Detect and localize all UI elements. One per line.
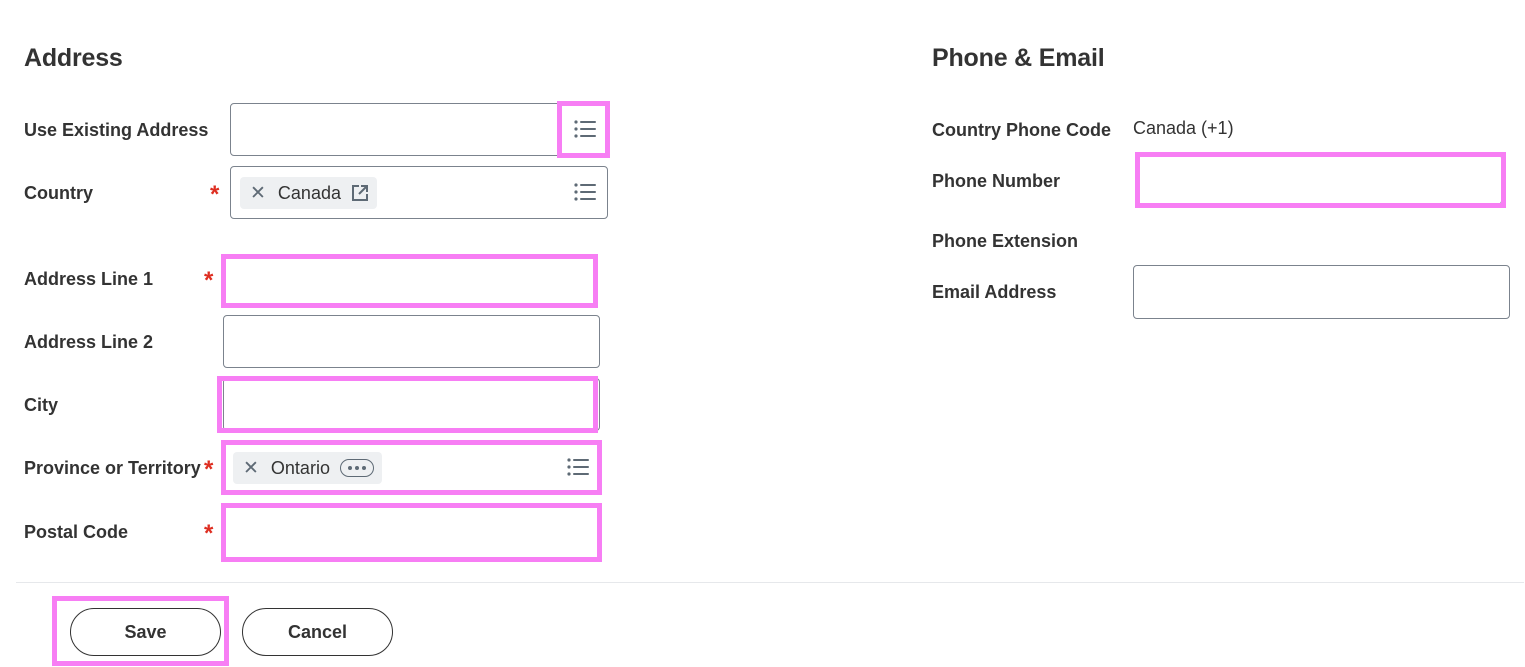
save-button[interactable]: Save bbox=[70, 608, 221, 656]
city-label: City bbox=[24, 395, 59, 415]
close-icon[interactable]: ✕ bbox=[250, 182, 266, 204]
country-select[interactable]: ✕ Canada bbox=[230, 166, 608, 219]
phone-number-input[interactable] bbox=[1138, 154, 1502, 205]
address-line2-input[interactable] bbox=[223, 315, 600, 368]
phone-extension-label: Phone Extension bbox=[932, 231, 1079, 251]
city-input[interactable] bbox=[223, 378, 600, 431]
phone-email-section-title: Phone & Email bbox=[932, 44, 1105, 72]
country-label: Country bbox=[24, 183, 93, 203]
address-section-title: Address bbox=[24, 44, 123, 72]
postal-code-required-marker: * bbox=[204, 520, 214, 547]
footer-divider bbox=[16, 582, 1524, 583]
use-existing-address-label: Use Existing Address bbox=[24, 120, 209, 140]
postal-code-label: Postal Code bbox=[24, 522, 129, 542]
country-pill: ✕ Canada bbox=[240, 177, 377, 209]
postal-code-input[interactable] bbox=[223, 505, 600, 559]
email-address-input[interactable] bbox=[1133, 265, 1510, 319]
cancel-button[interactable]: Cancel bbox=[242, 608, 393, 656]
list-icon[interactable] bbox=[573, 182, 597, 202]
country-phone-code-label: Country Phone Code bbox=[932, 120, 1111, 140]
list-icon[interactable] bbox=[566, 457, 590, 477]
province-required-marker: * bbox=[204, 456, 214, 483]
more-options-icon[interactable] bbox=[339, 459, 374, 477]
address-line1-required-marker: * bbox=[204, 267, 214, 294]
country-value: Canada bbox=[277, 182, 341, 203]
external-link-icon[interactable] bbox=[351, 184, 369, 202]
country-phone-code-value: Canada (+1) bbox=[1133, 118, 1234, 138]
country-required-marker: * bbox=[210, 181, 220, 208]
province-pill: ✕ Ontario bbox=[233, 452, 382, 484]
province-label: Province or Territory bbox=[24, 458, 201, 478]
email-address-label: Email Address bbox=[932, 282, 1057, 302]
province-value: Ontario bbox=[270, 457, 330, 478]
use-existing-address-input[interactable] bbox=[230, 103, 608, 156]
address-line1-input[interactable] bbox=[223, 254, 595, 306]
phone-number-label: Phone Number bbox=[932, 171, 1061, 191]
address-line1-label: Address Line 1 bbox=[24, 269, 154, 289]
province-select[interactable]: ✕ Ontario bbox=[223, 441, 600, 494]
close-icon[interactable]: ✕ bbox=[243, 457, 259, 479]
list-icon[interactable] bbox=[573, 119, 597, 139]
address-line2-label: Address Line 2 bbox=[24, 332, 154, 352]
